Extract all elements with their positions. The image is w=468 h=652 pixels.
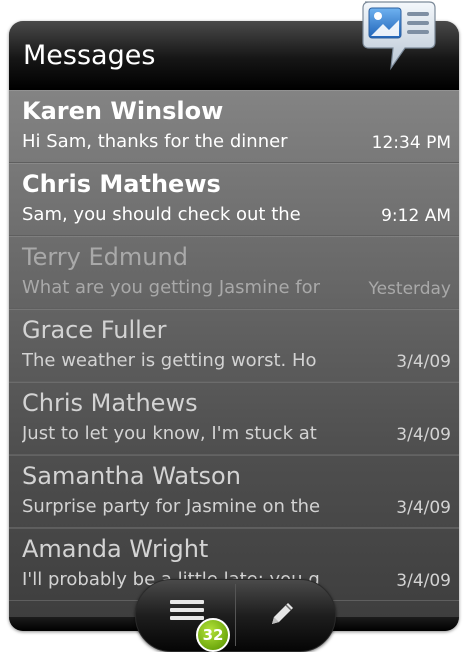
list-item[interactable]: Grace Fuller The weather is getting wors…: [9, 309, 459, 382]
message-preview: The weather is getting worst. Ho: [22, 350, 317, 371]
message-sender: Amanda Wright: [22, 535, 209, 563]
unread-count-badge: 32: [196, 618, 230, 652]
message-sender: Grace Fuller: [22, 316, 167, 344]
message-sender: Chris Mathews: [22, 170, 221, 198]
message-preview: Just to let you know, I'm stuck at: [22, 423, 317, 444]
message-time: 3/4/09: [396, 425, 451, 445]
list-item[interactable]: Samantha Watson Surprise party for Jasmi…: [9, 455, 459, 528]
list-item[interactable]: Terry Edmund What are you getting Jasmin…: [9, 236, 459, 309]
message-preview: Hi Sam, thanks for the dinner: [22, 131, 288, 152]
message-time: 3/4/09: [396, 571, 451, 591]
message-sender: Karen Winslow: [22, 97, 224, 125]
message-time: 3/4/09: [396, 498, 451, 518]
messaging-app-icon[interactable]: [361, 0, 437, 72]
message-time: 12:34 PM: [371, 133, 451, 153]
message-time: 3/4/09: [396, 352, 451, 372]
message-list[interactable]: Karen Winslow Hi Sam, thanks for the din…: [9, 90, 459, 601]
message-sender: Chris Mathews: [22, 389, 198, 417]
message-sender: Terry Edmund: [22, 243, 188, 271]
messages-widget: Messages Karen Winslow Hi Sam, thanks fo…: [9, 21, 459, 631]
message-sender: Samantha Watson: [22, 462, 241, 490]
message-preview: What are you getting Jasmine for: [22, 277, 321, 298]
pencil-icon: [272, 603, 293, 624]
compose-button[interactable]: [236, 580, 335, 651]
inbox-button[interactable]: 32: [136, 580, 235, 652]
bottom-toolbar: 32: [135, 579, 336, 652]
list-item[interactable]: Chris Mathews Just to let you know, I'm …: [9, 382, 459, 455]
message-preview: Surprise party for Jasmine on the: [22, 496, 321, 517]
list-item[interactable]: Karen Winslow Hi Sam, thanks for the din…: [9, 90, 459, 163]
inbox-list-icon: [170, 600, 204, 620]
list-item[interactable]: Chris Mathews Sam, you should check out …: [9, 163, 459, 236]
message-preview: Sam, you should check out the: [22, 204, 301, 225]
message-time: 9:12 AM: [381, 206, 451, 226]
message-time: Yesterday: [368, 279, 451, 299]
page-title: Messages: [23, 40, 156, 71]
